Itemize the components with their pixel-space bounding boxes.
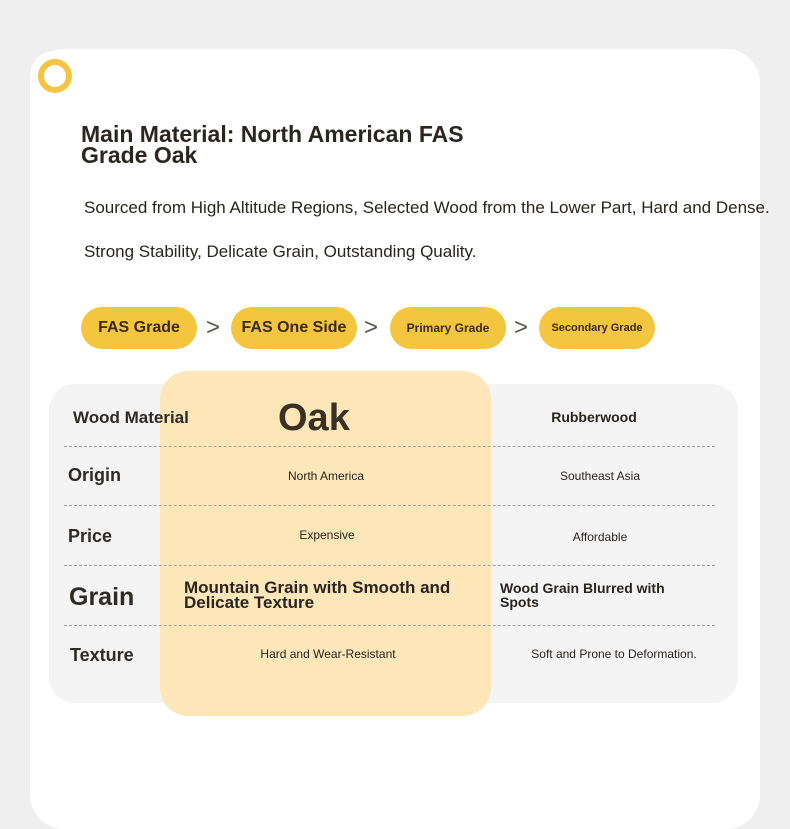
grade-pill-fas-one-side: FAS One Side xyxy=(231,307,357,349)
header-rubberwood: Rubberwood xyxy=(551,409,637,425)
separator-chevron-icon: > xyxy=(364,314,379,341)
page-title: Main Material: North American FAS Grade … xyxy=(81,121,464,168)
row-label-grain: Grain xyxy=(69,583,135,611)
grade-pill-primary: Primary Grade xyxy=(390,307,506,349)
header-oak: Oak xyxy=(278,397,350,439)
row-label-price: Price xyxy=(68,526,113,546)
oak-origin: North America xyxy=(287,469,365,483)
description-line-2: Strong Stability, Delicate Grain, Outsta… xyxy=(84,242,477,261)
row-label-origin: Origin xyxy=(68,465,121,485)
rubberwood-price: Affordable xyxy=(572,530,628,544)
grade-pill-fas: FAS Grade xyxy=(81,307,197,349)
oak-price: Expensive xyxy=(299,528,355,542)
row-divider xyxy=(64,565,715,566)
row-divider xyxy=(64,446,715,447)
row-divider xyxy=(64,625,715,626)
oak-texture: Hard and Wear-Resistant xyxy=(260,647,396,661)
row-label-texture: Texture xyxy=(70,645,134,665)
separator-chevron-icon: > xyxy=(514,314,529,341)
ring-decoration-icon xyxy=(38,59,72,93)
rubberwood-grain: Wood Grain Blurred with Spots xyxy=(500,580,665,610)
rubberwood-texture: Soft and Prone to Deformation. xyxy=(531,647,697,661)
description-line-1: Sourced from High Altitude Regions, Sele… xyxy=(84,198,770,217)
header-label-wood-material: Wood Material xyxy=(73,408,189,427)
separator-chevron-icon: > xyxy=(206,314,221,341)
rubberwood-origin: Southeast Asia xyxy=(559,469,641,483)
oak-grain: Mountain Grain with Smooth and Delicate … xyxy=(184,578,451,612)
grade-pill-secondary: Secondary Grade xyxy=(539,307,655,349)
row-divider xyxy=(64,505,715,506)
